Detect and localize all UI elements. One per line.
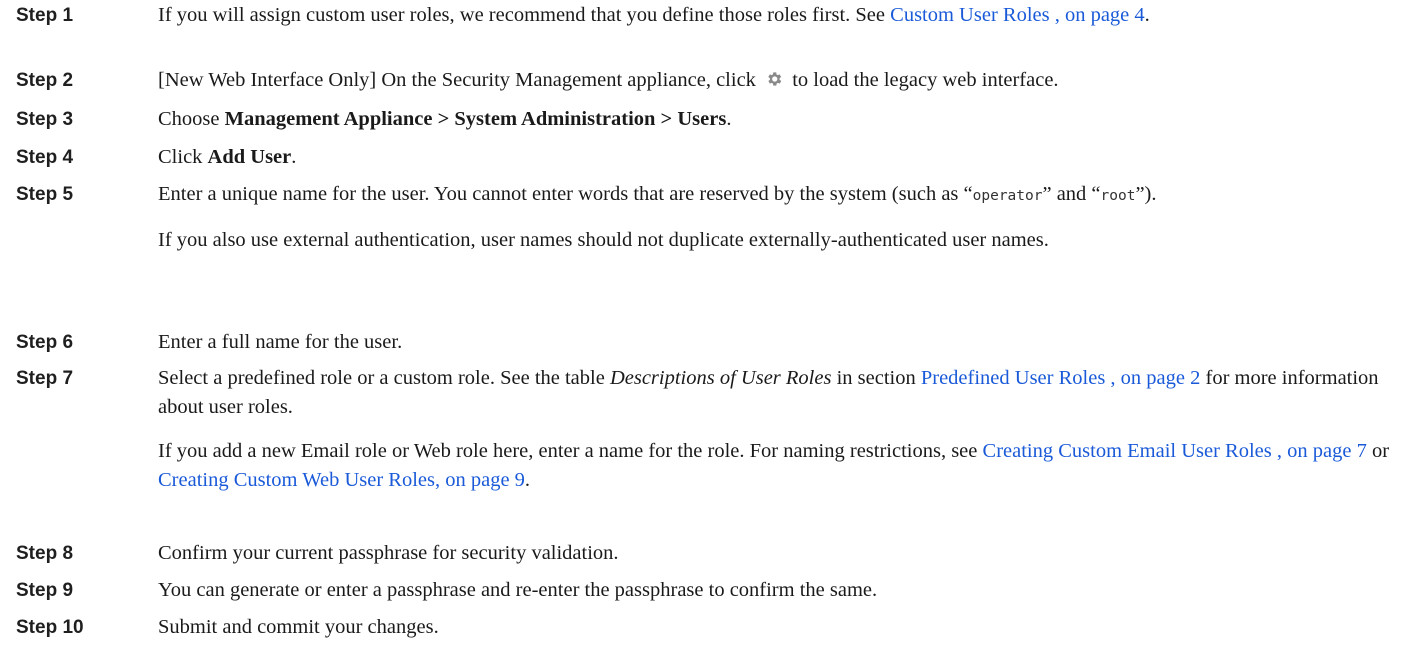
step-4: Step 4 Click Add User. — [16, 143, 1412, 172]
step-text: [New Web Interface Only] On the Security… — [158, 66, 1412, 97]
step-label: Step 3 — [16, 109, 74, 130]
step-text-part: If you add a new Email role or Web role … — [158, 440, 983, 462]
step-text: Confirm your current passphrase for secu… — [158, 542, 619, 564]
step-1: Step 1 If you will assign custom user ro… — [16, 1, 1412, 30]
step-label: Step 1 — [16, 5, 74, 26]
step-note: If you add a new Email role or Web role … — [158, 437, 1412, 495]
reserved-word: operator — [972, 188, 1043, 204]
step-label: Step 4 — [16, 147, 74, 168]
button-name: Add User — [207, 146, 292, 168]
step-text-part: If you will assign custom user roles, we… — [158, 4, 891, 26]
step-note: If you also use external authentication,… — [158, 229, 1049, 251]
step-10: Step 10 Submit and commit your changes. — [16, 613, 1412, 642]
step-3: Step 3 Choose Management Appliance > Sys… — [16, 105, 1412, 134]
step-text: Click Add User. — [158, 143, 1412, 172]
procedure-steps: Step 1 If you will assign custom user ro… — [0, 0, 1426, 666]
step-label: Step 2 — [16, 70, 74, 91]
step-text: Select a predefined role or a custom rol… — [158, 364, 1412, 422]
step-text: Choose Management Appliance > System Adm… — [158, 105, 1412, 134]
table-name: Descriptions of User Roles — [609, 367, 832, 389]
step-2: Step 2 [New Web Interface Only] On the S… — [16, 66, 1412, 97]
custom-user-roles-link[interactable]: Custom User Roles , on page 4 — [890, 4, 1145, 26]
step-text: Enter a full name for the user. — [158, 331, 403, 353]
predefined-user-roles-link[interactable]: Predefined User Roles , on page 2 — [921, 367, 1201, 389]
step-text-part: . — [524, 469, 531, 491]
step-text-part: in section — [831, 367, 921, 389]
step-text: You can generate or enter a passphrase a… — [158, 579, 878, 601]
step-text: Enter a unique name for the user. You ca… — [158, 180, 1412, 211]
step-8: Step 8 Confirm your current passphrase f… — [16, 539, 1412, 568]
step-text-part: or — [1366, 440, 1390, 462]
step-text-part: Enter a unique name for the user. You ca… — [158, 183, 973, 205]
step-label: Step 9 — [16, 580, 74, 601]
step-text: If you will assign custom user roles, we… — [158, 1, 1412, 30]
step-text-part: . — [726, 108, 732, 130]
step-text-part: ” and “ — [1042, 183, 1101, 205]
step-text-part: ”). — [1135, 183, 1157, 205]
menu-path: Management Appliance > System Administra… — [224, 108, 727, 130]
gear-icon[interactable] — [765, 68, 783, 97]
step-label: Step 6 — [16, 332, 74, 353]
step-text-part: Click — [158, 146, 208, 168]
creating-custom-web-user-roles-link[interactable]: Creating Custom Web User Roles, on page … — [158, 469, 525, 491]
step-text-part: to load the legacy web interface. — [787, 69, 1059, 91]
step-label: Step 10 — [16, 617, 84, 638]
step-9: Step 9 You can generate or enter a passp… — [16, 576, 1412, 605]
step-5: Step 5 Enter a unique name for the user.… — [16, 180, 1412, 255]
step-label: Step 5 — [16, 184, 74, 205]
reserved-word: root — [1100, 188, 1136, 204]
step-label: Step 7 — [16, 368, 74, 389]
step-text-part: Choose — [158, 108, 225, 130]
step-text: Submit and commit your changes. — [158, 616, 439, 638]
step-text-part: [New Web Interface Only] On the Security… — [158, 69, 762, 91]
creating-custom-email-user-roles-link[interactable]: Creating Custom Email User Roles , on pa… — [983, 440, 1367, 462]
step-label: Step 8 — [16, 543, 74, 564]
step-text-part: . — [1144, 4, 1150, 26]
step-7: Step 7 Select a predefined role or a cus… — [16, 364, 1412, 495]
step-6: Step 6 Enter a full name for the user. — [16, 328, 1412, 357]
step-text-part: Select a predefined role or a custom rol… — [158, 367, 610, 389]
step-text-part: . — [291, 146, 297, 168]
